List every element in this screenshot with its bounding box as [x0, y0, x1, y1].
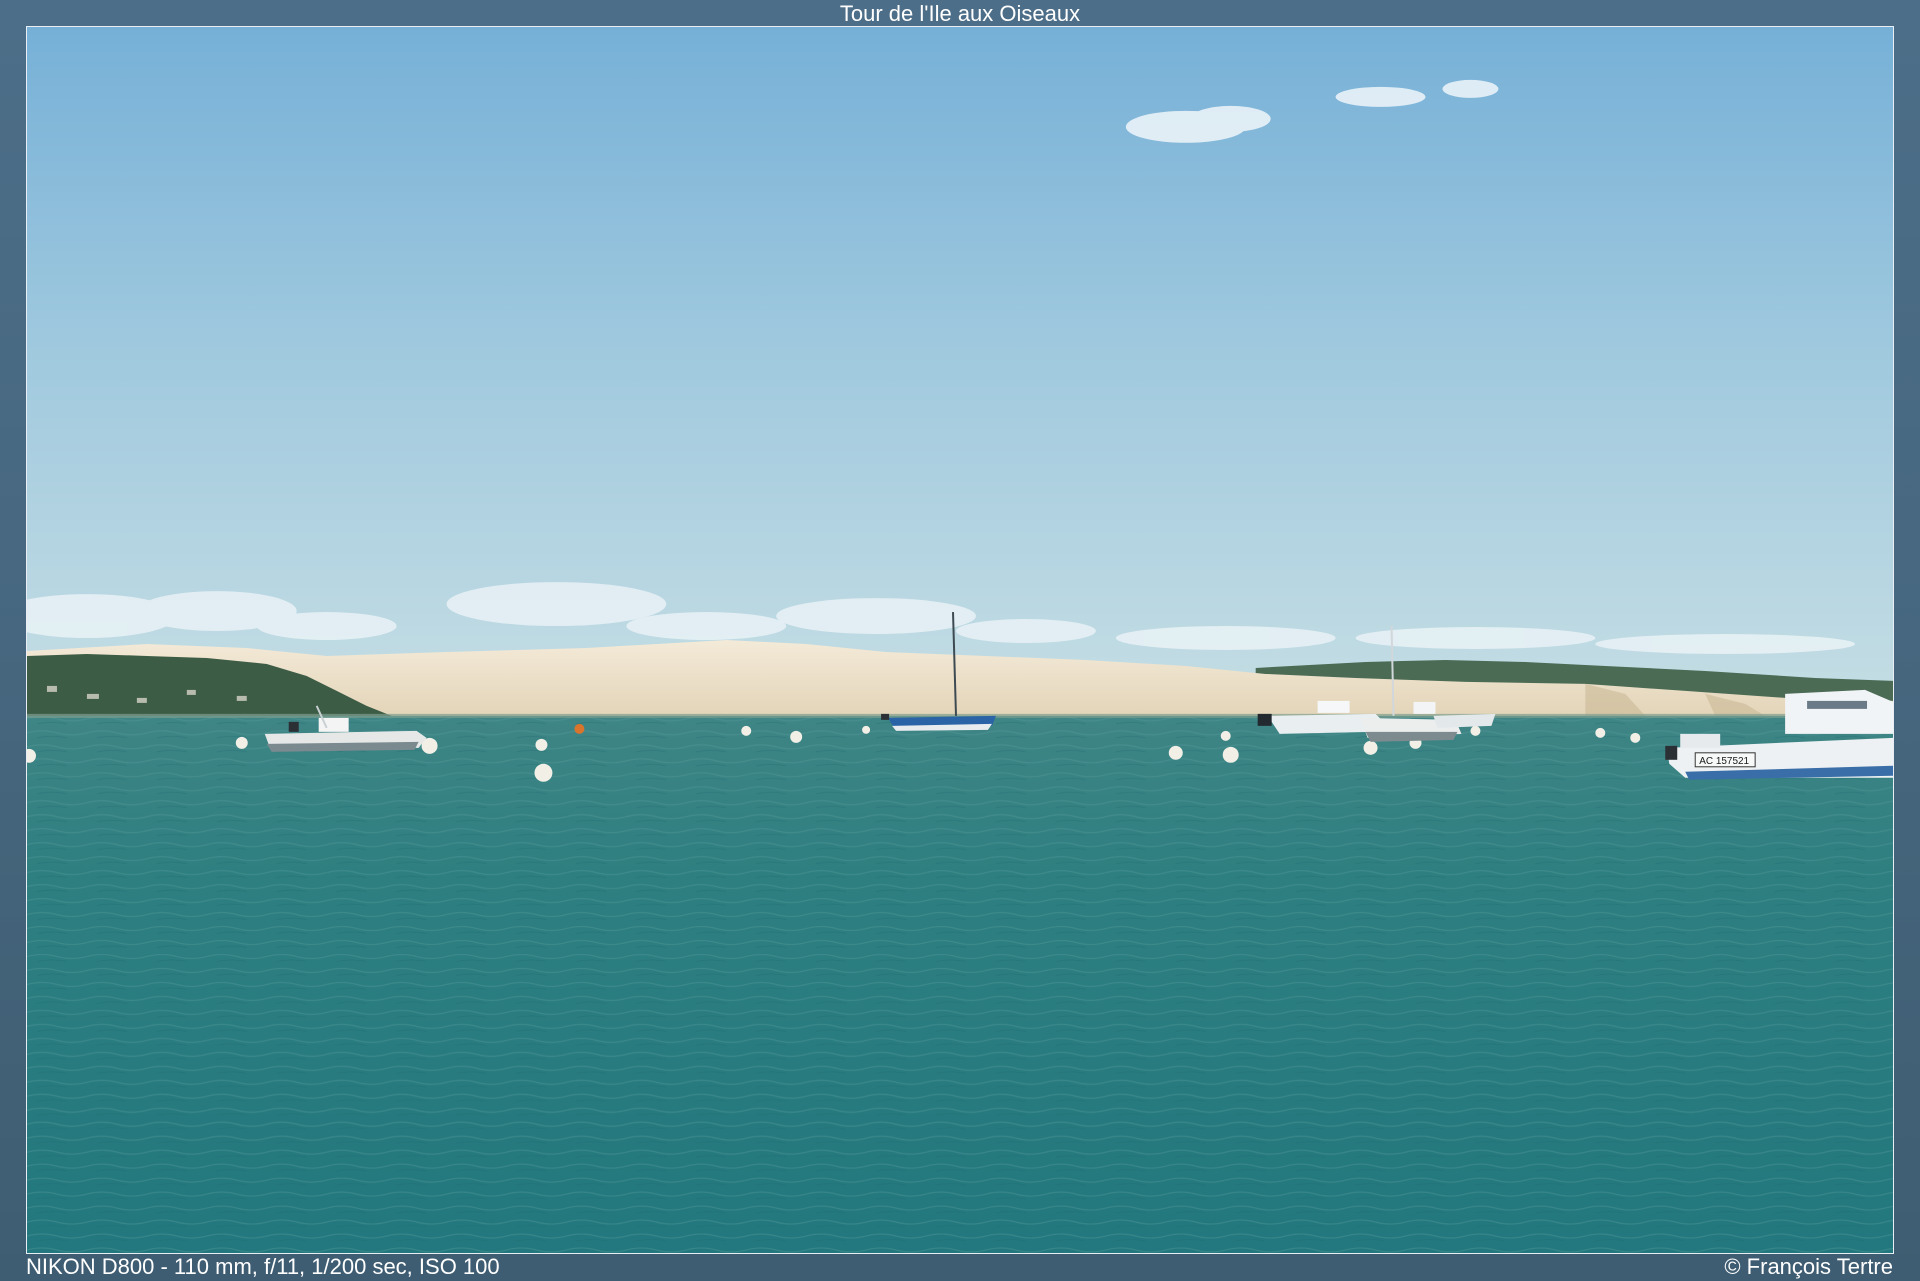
landscape-scene: AC 157521	[27, 27, 1893, 1253]
photo-title: Tour de l'Ile aux Oiseaux	[839, 1, 1081, 26]
photograph: AC 157521	[26, 26, 1894, 1254]
water-ripples	[27, 715, 1893, 1253]
orange-buoy	[574, 723, 585, 734]
copyright-notice: © François Tertre	[1724, 1254, 1893, 1279]
camera-info: NIKON D800 - 110 mm, f/11, 1/200 sec, IS…	[26, 1254, 500, 1279]
boat-registration: AC 157521	[1699, 756, 1749, 767]
